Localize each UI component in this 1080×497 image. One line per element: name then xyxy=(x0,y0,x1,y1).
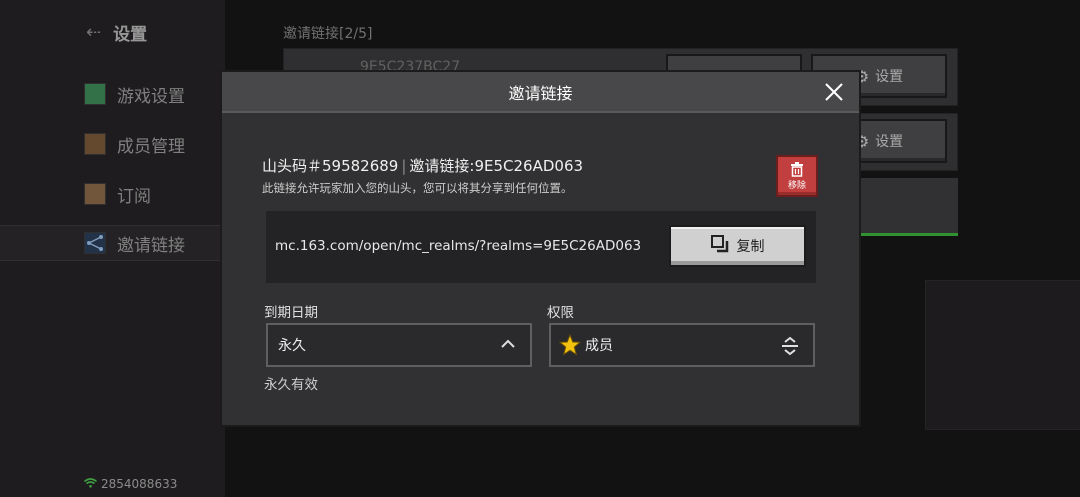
invite-code: 邀请链接:9E5C26AD063 xyxy=(409,157,584,175)
realm-code-line: 山头码＃59582689 | 邀请链接:9E5C26AD063 xyxy=(262,155,583,176)
expiry-note: 永久有效 xyxy=(264,377,318,393)
remove-label: 移除 xyxy=(787,180,806,191)
dialog-title: 邀请链接 xyxy=(508,83,573,103)
expiry-value: 永久 xyxy=(278,338,306,354)
dialog-header: 邀请链接 xyxy=(222,72,859,113)
invite-url: mc.163.com/open/mc_realms/?realms=9E5C26… xyxy=(275,238,642,254)
remove-button[interactable]: 移除 xyxy=(776,155,818,197)
permission-dropdown[interactable]: 成员 xyxy=(549,323,815,367)
copy-icon xyxy=(710,235,729,257)
sort-toggle-icon xyxy=(781,336,799,360)
permission-value: 成员 xyxy=(585,338,613,354)
close-icon xyxy=(825,83,843,101)
separator: | xyxy=(401,157,407,175)
invite-link-dialog: 邀请链接 山头码＃59582689 | 邀请链接:9E5C26AD063 此链接允许… xyxy=(220,70,861,427)
close-button[interactable] xyxy=(823,81,845,103)
copy-button[interactable]: 复制 xyxy=(669,225,806,267)
realm-code: 山头码＃59582689 xyxy=(262,157,399,175)
invite-description: 此链接允许玩家加入您的山头，您可以将其分享到任何位置。 xyxy=(262,181,573,195)
expiry-dropdown[interactable]: 永久 xyxy=(266,323,532,367)
invite-url-box: mc.163.com/open/mc_realms/?realms=9E5C26… xyxy=(266,211,816,283)
trash-icon xyxy=(791,161,803,177)
permission-label: 权限 xyxy=(547,305,574,321)
expiry-label: 到期日期 xyxy=(264,305,318,321)
star-icon xyxy=(559,334,581,356)
copy-label: 复制 xyxy=(736,239,765,255)
chevron-up-icon xyxy=(500,336,516,356)
